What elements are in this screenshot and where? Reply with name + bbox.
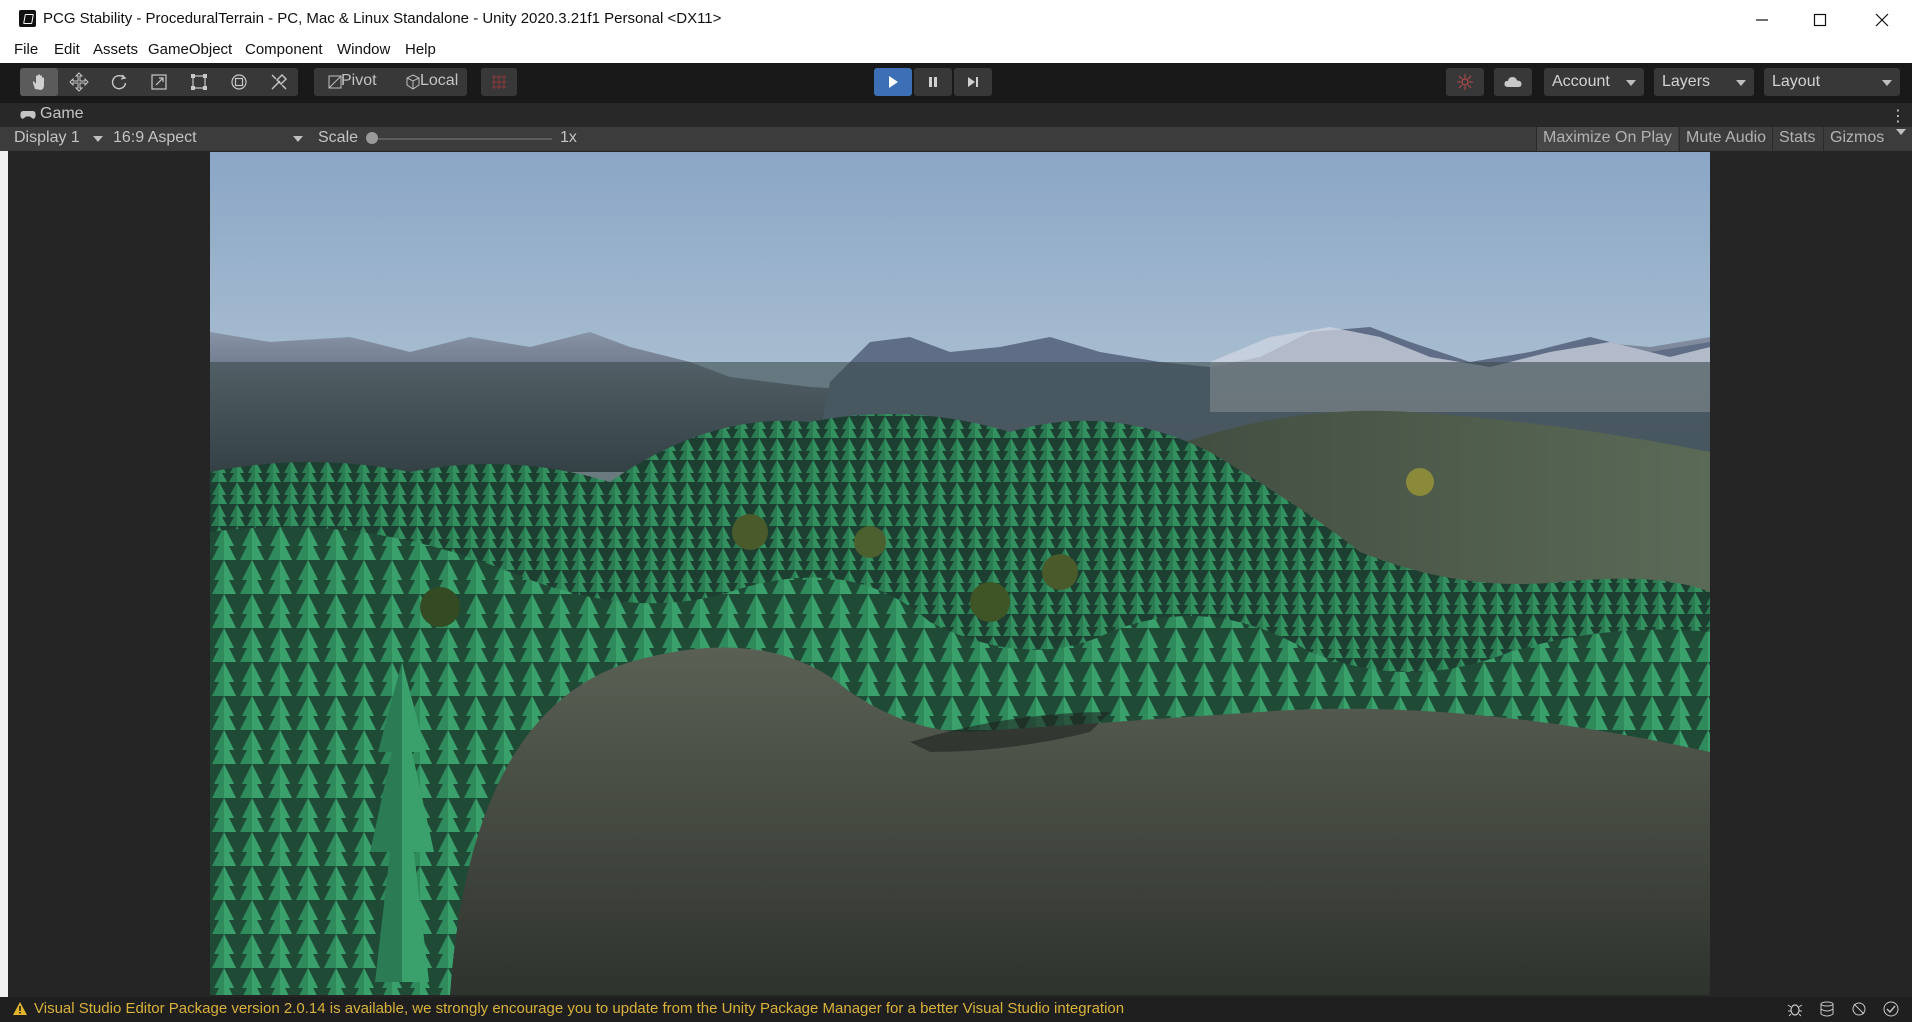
scale-label: Scale [318, 129, 359, 146]
menu-help[interactable]: Help [405, 41, 436, 58]
progress-check-icon[interactable] [1882, 1000, 1900, 1018]
stats-toggle[interactable]: Stats [1772, 127, 1822, 151]
pause-button[interactable] [914, 68, 952, 96]
move-tool-button[interactable] [60, 68, 98, 96]
collab-button[interactable] [1446, 68, 1484, 96]
close-button[interactable] [1854, 0, 1910, 38]
minimize-button[interactable] [1734, 0, 1790, 38]
menu-gameobject[interactable]: GameObject [148, 41, 232, 58]
game-controller-icon [20, 111, 36, 119]
pivot-button[interactable]: Pivot [314, 68, 389, 96]
move-tool-icon [69, 72, 89, 92]
unity-logo-icon [19, 10, 36, 27]
scale-tool-button[interactable] [140, 68, 178, 96]
rect-tool-button[interactable] [180, 68, 218, 96]
cloud-icon [1504, 77, 1522, 87]
local-icon [406, 74, 420, 90]
maximize-icon [1813, 13, 1827, 27]
snap-button[interactable] [481, 68, 517, 96]
terrain-scene-image [210, 152, 1710, 995]
chevron-down-icon [1896, 129, 1906, 135]
window-title: PCG Stability - ProceduralTerrain - PC, … [43, 10, 722, 27]
mute-audio-label: Mute Audio [1686, 129, 1767, 146]
debug-mode-icon[interactable] [1786, 1000, 1804, 1018]
aspect-dropdown[interactable]: 16:9 Aspect [113, 129, 197, 147]
cloud-button[interactable] [1494, 68, 1532, 96]
game-render[interactable] [210, 152, 1710, 995]
warning-icon [13, 1002, 27, 1015]
cache-server-icon[interactable] [1818, 1000, 1836, 1018]
scale-value: 1x [560, 129, 577, 146]
account-label: Account [1552, 73, 1610, 90]
transform-tool-button[interactable] [220, 68, 258, 96]
title-bar: PCG Stability - ProceduralTerrain - PC, … [0, 0, 1912, 38]
menu-component[interactable]: Component [245, 41, 323, 58]
custom-tool-icon [271, 74, 287, 90]
hand-tool-button[interactable] [20, 68, 58, 96]
scale-tool-icon [151, 74, 167, 90]
local-button[interactable]: Local [391, 68, 467, 96]
maximize-on-play-toggle[interactable]: Maximize On Play [1536, 127, 1678, 151]
mute-audio-toggle[interactable]: Mute Audio [1679, 127, 1771, 151]
display-dropdown[interactable]: Display 1 [14, 129, 80, 147]
layers-dropdown[interactable]: Layers [1654, 68, 1754, 96]
chevron-down-icon [1626, 80, 1636, 86]
game-view-toolbar: Display 1 16:9 Aspect Scale 1x Maximize … [0, 127, 1912, 151]
scale-slider-track[interactable] [370, 138, 552, 140]
menu-assets[interactable]: Assets [93, 41, 138, 58]
layout-dropdown[interactable]: Layout [1764, 68, 1900, 96]
status-message[interactable]: Visual Studio Editor Package version 2.0… [34, 1000, 1124, 1017]
grid-snap-icon [492, 75, 506, 89]
gizmos-toggle[interactable]: Gizmos [1823, 127, 1912, 151]
step-button[interactable] [954, 68, 992, 96]
layout-label: Layout [1772, 73, 1821, 90]
maximize-button[interactable] [1792, 0, 1848, 38]
window-edge [0, 151, 8, 997]
layers-label: Layers [1662, 73, 1711, 90]
gizmos-label: Gizmos [1830, 129, 1885, 146]
chevron-down-icon [1882, 80, 1892, 86]
pivot-label: Pivot [341, 72, 377, 89]
local-label: Local [420, 72, 459, 89]
hand-tool-icon [32, 74, 44, 90]
chevron-down-icon [1736, 80, 1746, 86]
status-bar: Visual Studio Editor Package version 2.0… [0, 997, 1912, 1022]
rotate-tool-button[interactable] [100, 68, 138, 96]
menu-bar: File Edit Assets GameObject Component Wi… [0, 38, 1912, 63]
auto-generate-lighting-icon[interactable] [1850, 1000, 1868, 1018]
pivot-icon [328, 75, 342, 89]
stats-label: Stats [1779, 129, 1816, 146]
play-button[interactable] [874, 68, 912, 96]
scale-slider-handle[interactable] [366, 132, 378, 144]
game-tab[interactable]: Game [40, 105, 84, 123]
menu-edit[interactable]: Edit [54, 41, 80, 58]
menu-file[interactable]: File [14, 41, 38, 58]
collab-icon [1457, 74, 1473, 90]
step-icon [968, 77, 978, 87]
rect-tool-icon [191, 74, 207, 90]
minimize-icon [1756, 19, 1768, 21]
more-options-icon[interactable]: ⋮ [1890, 106, 1906, 126]
chevron-down-icon [93, 136, 103, 142]
chevron-down-icon [293, 136, 303, 142]
custom-tool-button[interactable] [260, 68, 298, 96]
close-icon [1875, 13, 1889, 27]
pause-icon [929, 77, 937, 87]
account-dropdown[interactable]: Account [1544, 68, 1644, 96]
maximize-on-play-label: Maximize On Play [1543, 129, 1672, 146]
game-tab-bar: Game ⋮ [0, 103, 1912, 127]
main-toolbar: Pivot Local Account Layers Layout [0, 63, 1912, 103]
rotate-tool-icon [111, 74, 127, 90]
menu-window[interactable]: Window [337, 41, 390, 58]
play-icon [889, 76, 898, 88]
transform-tool-icon [231, 74, 247, 90]
